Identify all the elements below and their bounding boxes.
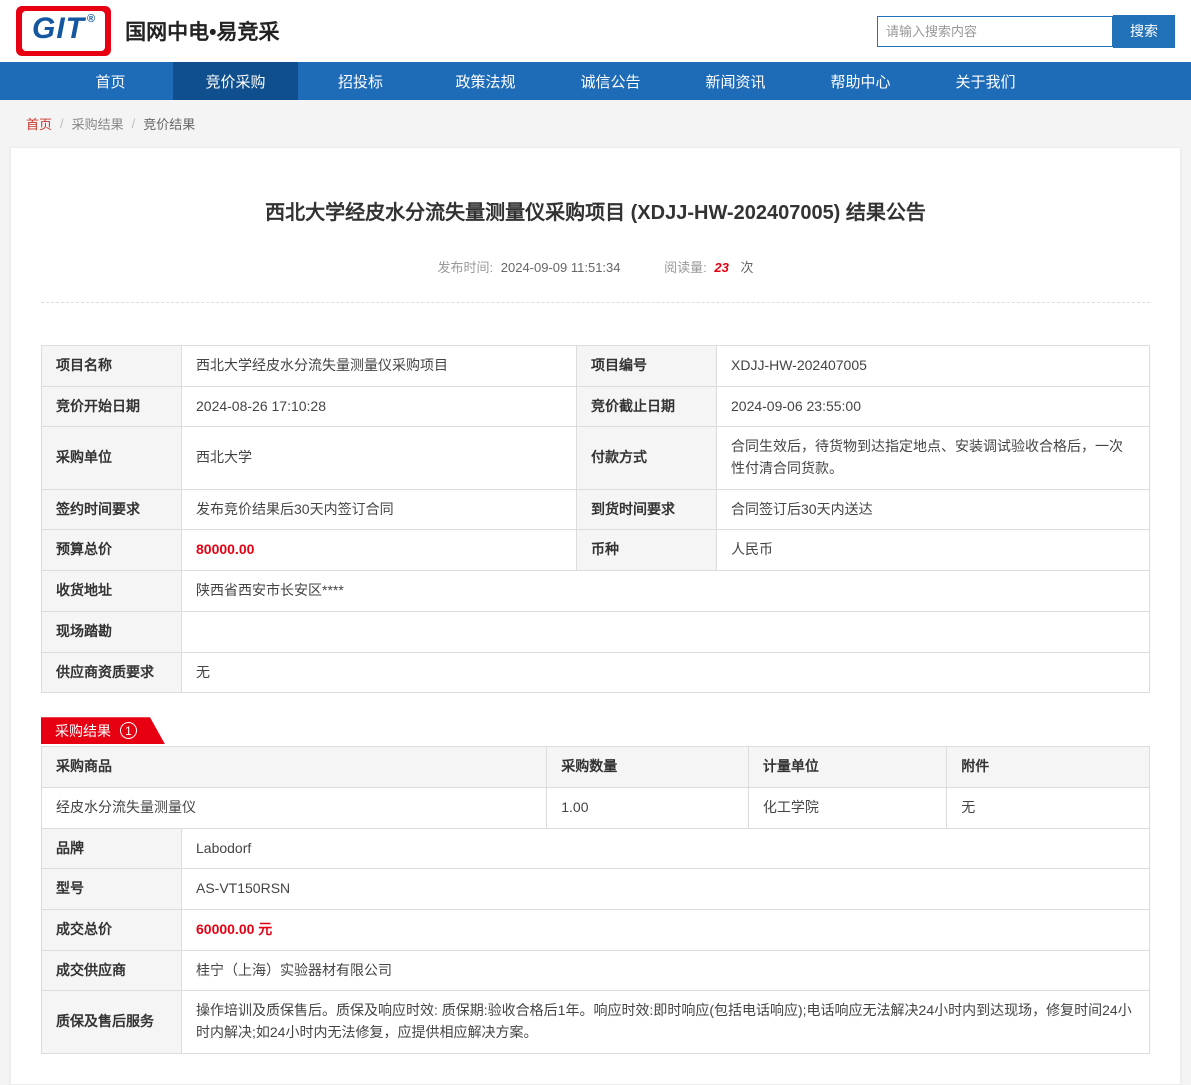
product-quantity-cell: 1.00 [546, 786, 749, 829]
field-value: XDJJ-HW-202407005 [716, 345, 1150, 387]
product-name-cell: 经皮水分流失量测量仪 [40, 786, 548, 829]
table-row: 收货地址 陕西省西安市长安区**** [41, 570, 1150, 612]
search-bar: 搜索 [877, 14, 1175, 48]
field-label: 成交供应商 [41, 949, 182, 992]
field-label: 供应商资质要求 [41, 651, 182, 694]
site-header: GIT ® 国网中电•易竞采 搜索 [0, 0, 1191, 62]
nav-item-help-center[interactable]: 帮助中心 [798, 62, 923, 100]
nav-item-news[interactable]: 新闻资讯 [673, 62, 798, 100]
breadcrumb-home[interactable]: 首页 [26, 114, 52, 133]
dashed-divider [41, 302, 1150, 303]
table-header-row: 采购商品 采购数量 计量单位 附件 [40, 746, 1150, 788]
table-row: 现场踏勘 [41, 610, 1150, 653]
search-input[interactable] [877, 15, 1113, 47]
field-value: 人民币 [716, 529, 1150, 572]
field-value: 2024-08-26 17:10:28 [181, 385, 577, 428]
column-header: 采购数量 [546, 746, 749, 788]
publish-time-label: 发布时间: [437, 260, 494, 275]
breadcrumb-separator: / [60, 116, 64, 131]
field-label: 竞价截止日期 [576, 385, 717, 428]
column-header: 附件 [946, 746, 1150, 788]
field-value: 无 [181, 651, 1150, 694]
announcement-meta: 发布时间: 2024-09-09 11:51:34 阅读量: 23 次 [41, 257, 1150, 276]
nav-item-home[interactable]: 首页 [48, 62, 173, 100]
publish-time-value: 2024-09-09 11:51:34 [500, 260, 621, 275]
field-label: 品牌 [41, 827, 182, 870]
deal-total-price-value: 60000.00 元 [181, 908, 1150, 951]
product-attachment-cell: 无 [946, 786, 1150, 829]
column-header: 计量单位 [747, 746, 948, 788]
field-label: 质保及售后服务 [41, 990, 182, 1054]
result-details-table: 品牌 Labodorf 型号 AS-VT150RSN 成交总价 60000.00… [41, 827, 1150, 1054]
field-label: 签约时间要求 [41, 488, 182, 531]
field-value: 发布竞价结果后30天内签订合同 [181, 488, 577, 531]
field-label: 成交总价 [41, 908, 182, 951]
table-row: 采购单位 西北大学 付款方式 合同生效后，待货物到达指定地点、安装调试验收合格后… [41, 426, 1150, 490]
field-value: 桂宁（上海）实验器材有限公司 [181, 949, 1150, 992]
field-value: 合同签订后30天内送达 [716, 488, 1150, 531]
nav-item-about-us[interactable]: 关于我们 [923, 62, 1048, 100]
table-row: 质保及售后服务 操作培训及质保售后。质保及响应时效: 质保期:验收合格后1年。响… [41, 990, 1150, 1054]
column-header: 采购商品 [40, 746, 548, 788]
search-button[interactable]: 搜索 [1113, 14, 1175, 48]
purchase-product-table: 采购商品 采购数量 计量单位 附件 经皮水分流失量测量仪 1.00 化工学院 无 [40, 746, 1150, 829]
project-info-table: 项目名称 西北大学经皮水分流失量测量仪采购项目 项目编号 XDJJ-HW-202… [41, 345, 1150, 694]
registered-mark-icon: ® [87, 13, 96, 26]
breadcrumb-current: 竞价结果 [143, 117, 196, 132]
field-value: Labodorf [181, 827, 1150, 870]
table-row: 供应商资质要求 无 [41, 651, 1150, 694]
field-label: 采购单位 [41, 426, 182, 490]
field-label: 币种 [576, 529, 717, 572]
views-label: 阅读量: [664, 260, 707, 275]
table-row: 型号 AS-VT150RSN [41, 868, 1150, 910]
main-nav: 首页 竞价采购 招投标 政策法规 诚信公告 新闻资讯 帮助中心 关于我们 [0, 62, 1191, 100]
field-value: 合同生效后，待货物到达指定地点、安装调试验收合格后，一次性付清合同货款。 [716, 426, 1150, 490]
field-value: 2024-09-06 23:55:00 [716, 385, 1150, 428]
table-row: 签约时间要求 发布竞价结果后30天内签订合同 到货时间要求 合同签订后30天内送… [41, 488, 1150, 531]
logo-box: GIT ® [22, 11, 106, 51]
field-label: 项目名称 [41, 345, 182, 387]
announcement-card: 西北大学经皮水分流失量测量仪采购项目 (XDJJ-HW-202407005) 结… [10, 147, 1181, 1085]
site-title: 国网中电•易竞采 [125, 21, 280, 44]
product-unit-cell: 化工学院 [747, 786, 948, 829]
nav-item-policy[interactable]: 政策法规 [423, 62, 548, 100]
table-row: 品牌 Labodorf [41, 827, 1150, 870]
table-row: 成交供应商 桂宁（上海）实验器材有限公司 [41, 949, 1150, 992]
nav-item-integrity-notice[interactable]: 诚信公告 [548, 62, 673, 100]
field-value [181, 610, 1150, 653]
nav-item-tender[interactable]: 招投标 [298, 62, 423, 100]
field-value: 西北大学 [181, 426, 577, 490]
field-label: 付款方式 [576, 426, 717, 490]
site-logo[interactable]: GIT ® [16, 6, 112, 56]
breadcrumb-separator: / [131, 116, 136, 131]
budget-total-value: 80000.00 [181, 529, 577, 572]
table-row: 项目名称 西北大学经皮水分流失量测量仪采购项目 项目编号 XDJJ-HW-202… [41, 345, 1150, 387]
page-title: 西北大学经皮水分流失量测量仪采购项目 (XDJJ-HW-202407005) 结… [265, 202, 926, 224]
ribbon-label: 采购结果 [55, 722, 111, 739]
field-value: 陕西省西安市长安区**** [181, 570, 1150, 612]
views-unit: 次 [740, 260, 754, 275]
views-count: 23 [714, 260, 729, 275]
logo-text: GIT [32, 12, 85, 46]
field-label: 到货时间要求 [576, 488, 717, 531]
breadcrumb: 首页 / 采购结果 / 竞价结果 [0, 100, 1191, 143]
table-row: 预算总价 80000.00 币种 人民币 [41, 529, 1150, 572]
field-value: 操作培训及质保售后。质保及响应时效: 质保期:验收合格后1年。响应时效:即时响应… [181, 990, 1150, 1054]
field-value: 西北大学经皮水分流失量测量仪采购项目 [181, 345, 577, 387]
field-label: 预算总价 [41, 529, 182, 572]
purchase-result-ribbon: 采购结果 1 [41, 717, 165, 744]
field-label: 竞价开始日期 [41, 385, 182, 428]
table-row: 成交总价 60000.00 元 [41, 908, 1150, 951]
field-label: 项目编号 [576, 345, 717, 387]
field-label: 型号 [41, 868, 182, 910]
breadcrumb-purchase-results[interactable]: 采购结果 [72, 114, 124, 133]
nav-item-bidding-purchase[interactable]: 竞价采购 [173, 62, 298, 100]
table-row: 经皮水分流失量测量仪 1.00 化工学院 无 [40, 786, 1150, 829]
field-label: 收货地址 [41, 570, 182, 612]
field-value: AS-VT150RSN [181, 868, 1150, 910]
table-row: 竞价开始日期 2024-08-26 17:10:28 竞价截止日期 2024-0… [41, 385, 1150, 428]
field-label: 现场踏勘 [41, 610, 182, 653]
ribbon-count-badge: 1 [120, 722, 137, 739]
